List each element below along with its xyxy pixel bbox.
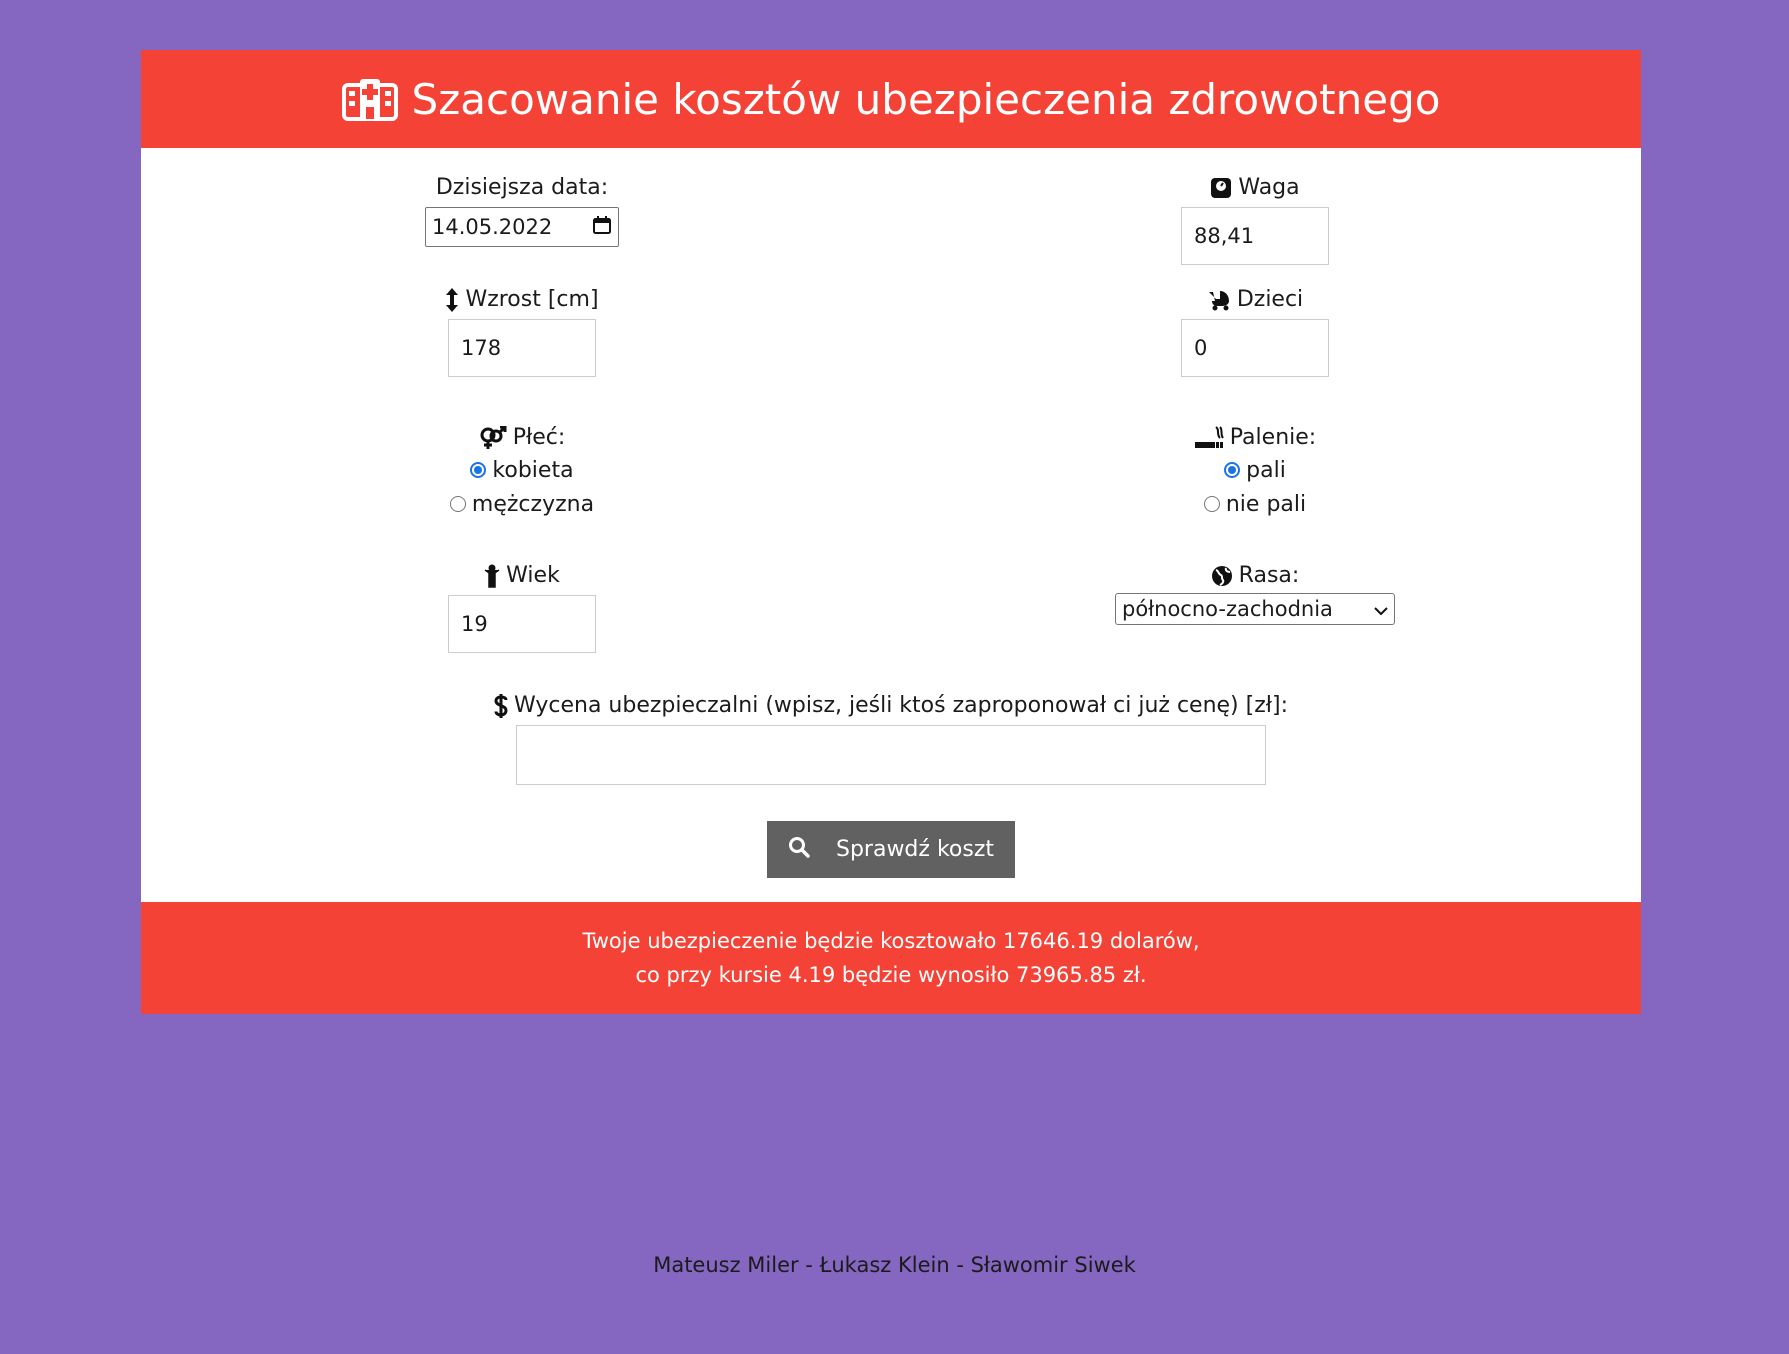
age-input[interactable]: 19	[448, 595, 596, 653]
nonsmoker-radio[interactable]	[1203, 496, 1220, 512]
age-field: Wiek 19	[422, 561, 622, 653]
date-input[interactable]: 14.05.2022	[425, 207, 619, 247]
sex-option-male[interactable]: mężczyzna	[449, 487, 595, 521]
check-cost-label: Sprawdź koszt	[835, 837, 994, 862]
check-cost-button[interactable]: Sprawdź koszt	[767, 821, 1015, 878]
smoking-option-smokes[interactable]: pali	[1224, 453, 1286, 487]
date-value: 14.05.2022	[432, 215, 553, 239]
quote-label: Wycena ubezpieczalni (wpisz, jeśli ktoś …	[494, 691, 1288, 721]
dollar-icon	[494, 694, 508, 718]
sex-option-female[interactable]: kobieta	[470, 453, 574, 487]
date-label: Dzisiejsza data:	[435, 175, 609, 200]
children-input[interactable]: 0	[1181, 319, 1329, 377]
page-header: Szacowanie kosztów ubezpieczenia zdrowot…	[141, 50, 1641, 148]
search-icon	[788, 836, 810, 864]
smoking-option-nonsmoker[interactable]: nie pali	[1203, 487, 1307, 521]
result-line-2: co przy kursie 4.19 będzie wynosiło 7396…	[635, 963, 1147, 987]
smokes-radio[interactable]	[1224, 462, 1241, 478]
male-radio[interactable]	[449, 496, 466, 512]
smoking-field: Palenie: pali nie pali	[1175, 423, 1335, 521]
children-label: Dzieci	[1207, 285, 1303, 315]
smoking-icon	[1194, 426, 1224, 450]
smoking-label: Palenie:	[1194, 423, 1316, 453]
footer-authors: Mateusz Miler - Łukasz Klein - Sławomir …	[653, 1253, 1136, 1277]
male-label: mężczyzna	[471, 491, 595, 517]
female-label: kobieta	[492, 457, 574, 483]
chevron-down-icon[interactable]	[1374, 597, 1388, 621]
age-label: Wiek	[484, 561, 560, 591]
height-label: Wzrost [cm]	[445, 285, 599, 315]
sex-label: Płeć:	[479, 423, 565, 453]
height-field: Wzrost [cm] 178	[422, 285, 622, 377]
sex-field: Płeć: kobieta mężczyzna	[422, 423, 622, 521]
globe-icon	[1211, 565, 1233, 587]
child-icon	[484, 564, 500, 588]
page-title: Szacowanie kosztów ubezpieczenia zdrowot…	[411, 74, 1441, 124]
children-field: Dzieci 0	[1175, 285, 1335, 377]
smokes-label: pali	[1246, 457, 1286, 483]
date-field: Dzisiejsza data: 14.05.2022	[422, 173, 622, 247]
height-input[interactable]: 178	[448, 319, 596, 377]
result-line-1: Twoje ubezpieczenie będzie kosztowało 17…	[582, 929, 1200, 953]
region-field: Rasa: północno-zachodnia	[1110, 561, 1400, 625]
weight-field: Waga 88,41	[1175, 173, 1335, 265]
region-label: Rasa:	[1211, 561, 1299, 591]
venus-mars-icon	[479, 426, 507, 450]
weight-label: Waga	[1210, 173, 1300, 203]
hospital-icon	[341, 77, 398, 121]
calendar-icon[interactable]	[592, 215, 612, 240]
female-radio[interactable]	[470, 462, 487, 478]
quote-input[interactable]	[516, 725, 1266, 785]
weight-input[interactable]: 88,41	[1181, 207, 1329, 265]
region-value: północno-zachodnia	[1122, 597, 1333, 621]
region-select[interactable]: północno-zachodnia	[1115, 593, 1395, 625]
baby-carriage-icon	[1207, 289, 1231, 311]
quote-field: Wycena ubezpieczalni (wpisz, jeśli ktoś …	[494, 691, 1288, 785]
insurance-form: Dzisiejsza data: 14.05.2022 Waga 88,41 W…	[141, 148, 1641, 902]
nonsmoker-label: nie pali	[1225, 491, 1307, 517]
arrows-vertical-icon	[445, 287, 459, 313]
result-panel: Twoje ubezpieczenie będzie kosztowało 17…	[141, 902, 1641, 1014]
main-card: Szacowanie kosztów ubezpieczenia zdrowot…	[141, 50, 1641, 1014]
scale-icon	[1210, 177, 1232, 199]
